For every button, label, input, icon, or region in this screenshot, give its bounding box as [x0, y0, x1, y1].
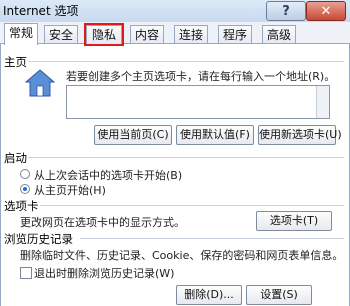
- history-section-title: 浏览历史记录: [4, 232, 73, 246]
- tabs-settings-button[interactable]: 选项卡(T): [256, 211, 332, 231]
- startup-divider: [28, 157, 344, 158]
- homepage-description: 若要创建多个主页选项卡，请在每行输入一个地址(R)。: [66, 70, 336, 83]
- tab-privacy[interactable]: 隐私: [84, 23, 124, 46]
- use-current-button[interactable]: 使用当前页(C): [94, 125, 172, 145]
- tabs-divider: [40, 205, 344, 206]
- title-bar: Internet 选项 ? ✕: [0, 0, 350, 23]
- homepage-url-input[interactable]: [66, 85, 330, 119]
- history-settings-button[interactable]: 设置(S): [246, 285, 312, 305]
- delete-on-exit-checkbox[interactable]: [20, 267, 32, 279]
- use-new-tab-button[interactable]: 使用新选项卡(U): [258, 125, 342, 145]
- history-divider: [80, 238, 344, 239]
- tabs-section-title: 选项卡: [4, 199, 39, 213]
- use-default-button[interactable]: 使用默认值(F): [176, 125, 254, 145]
- tab-programs[interactable]: 程序: [218, 25, 252, 44]
- tab-security[interactable]: 安全: [44, 25, 78, 44]
- radio-homepage-label: 从主页开始(H): [34, 184, 106, 197]
- tabs-description: 更改网页在选项卡中的显示方式。: [20, 216, 185, 229]
- radio-last-session-label: 从上次会话中的选项卡开始(B): [34, 169, 183, 182]
- window-title: Internet 选项: [3, 4, 79, 18]
- radio-homepage[interactable]: [20, 184, 30, 194]
- radio-last-session[interactable]: [20, 169, 30, 179]
- tab-general[interactable]: 常规: [4, 23, 38, 45]
- tab-advanced[interactable]: 高级: [262, 25, 296, 44]
- textarea-scrollbar[interactable]: [316, 86, 329, 118]
- history-description: 删除临时文件、历史记录、Cookie、保存的密码和网页表单信息。: [20, 249, 344, 262]
- tab-strip: 常规 安全 隐私 内容 连接 程序 高级: [0, 22, 350, 46]
- homepage-divider: [28, 61, 344, 62]
- tab-content[interactable]: 内容: [130, 25, 164, 44]
- delete-history-button[interactable]: 删除(D)...: [176, 285, 242, 305]
- delete-on-exit-label: 退出时删除浏览历史记录(W): [34, 267, 175, 280]
- close-button[interactable]: ✕: [306, 1, 346, 21]
- home-icon: [24, 69, 56, 97]
- startup-section-title: 启动: [4, 151, 27, 165]
- help-button[interactable]: ?: [266, 1, 306, 21]
- tab-connections[interactable]: 连接: [174, 25, 208, 44]
